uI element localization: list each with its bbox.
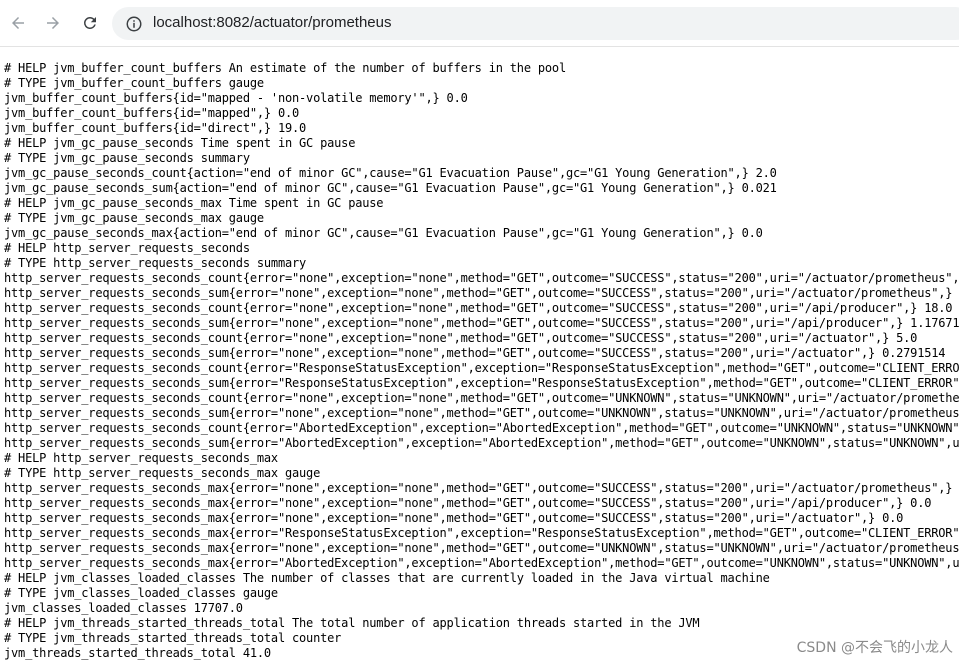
metric-line: # TYPE jvm_gc_pause_seconds_max gauge [4,211,264,225]
metrics-output: # HELP jvm_buffer_count_buffers An estim… [4,61,959,665]
metric-line: http_server_requests_seconds_sum{error="… [4,316,959,330]
url-text[interactable]: localhost:8082/actuator/prometheus [153,14,391,31]
site-info-icon [126,16,142,32]
metric-line: # HELP jvm_threads_started_threads_total… [4,616,700,630]
metric-line: http_server_requests_seconds_max{error="… [4,526,959,540]
metric-line: http_server_requests_seconds_sum{error="… [4,346,946,360]
watermark: CSDN @不会飞的小龙人 [794,637,955,657]
metric-line: # HELP jvm_buffer_count_buffers An estim… [4,61,566,75]
metric-line: jvm_buffer_count_buffers{id="mapped",} 0… [4,106,300,120]
browser-toolbar: localhost:8082/actuator/prometheus [0,0,959,47]
metric-line: http_server_requests_seconds_max{error="… [4,481,959,495]
metric-line: http_server_requests_seconds_sum{error="… [4,406,959,420]
metric-line: # HELP jvm_gc_pause_seconds_max Time spe… [4,196,384,210]
metric-line: # HELP http_server_requests_seconds_max [4,451,278,465]
metric-line: # HELP http_server_requests_seconds [4,241,250,255]
metric-line: http_server_requests_seconds_count{error… [4,421,959,435]
metric-line: http_server_requests_seconds_count{error… [4,301,953,315]
back-button[interactable] [3,8,33,38]
reload-icon [83,16,96,29]
metric-line: http_server_requests_seconds_max{error="… [4,541,959,555]
metric-line: jvm_gc_pause_seconds_sum{action="end of … [4,181,777,195]
metric-line: http_server_requests_seconds_count{error… [4,271,959,285]
metric-line: # HELP jvm_gc_pause_seconds Time spent i… [4,136,356,150]
metric-line: # TYPE http_server_requests_seconds_max … [4,466,321,480]
metric-line: jvm_buffer_count_buffers{id="mapped - 'n… [4,91,468,105]
metric-line: http_server_requests_seconds_sum{error="… [4,376,959,390]
address-bar[interactable]: localhost:8082/actuator/prometheus [112,7,959,40]
metric-line: http_server_requests_seconds_count{error… [4,391,959,405]
metric-line: http_server_requests_seconds_sum{error="… [4,286,959,300]
site-info-button[interactable] [120,10,148,38]
metric-line: jvm_gc_pause_seconds_max{action="end of … [4,226,763,240]
metric-line: http_server_requests_seconds_sum{error="… [4,436,959,450]
metric-line: jvm_buffer_count_buffers{id="direct",} 1… [4,121,307,135]
arrow-left-icon [12,17,24,29]
metric-line: http_server_requests_seconds_max{error="… [4,556,959,570]
metric-line: jvm_classes_loaded_classes 17707.0 [4,601,243,615]
arrow-right-icon [47,17,59,29]
forward-button[interactable] [38,8,68,38]
reload-button[interactable] [75,8,105,38]
metric-line: http_server_requests_seconds_max{error="… [4,511,904,525]
metric-line: # TYPE jvm_gc_pause_seconds summary [4,151,250,165]
metric-line: http_server_requests_seconds_count{error… [4,361,959,375]
metric-line: # TYPE http_server_requests_seconds summ… [4,256,307,270]
metric-line: # HELP jvm_classes_loaded_classes The nu… [4,571,770,585]
metric-line: # TYPE jvm_classes_loaded_classes gauge [4,586,278,600]
metric-line: http_server_requests_seconds_max{error="… [4,496,932,510]
metrics-text: # HELP jvm_buffer_count_buffers An estim… [4,61,959,661]
metric-line: # TYPE jvm_buffer_count_buffers gauge [4,76,264,90]
metric-line: http_server_requests_seconds_count{error… [4,331,918,345]
metric-line: jvm_gc_pause_seconds_count{action="end o… [4,166,777,180]
